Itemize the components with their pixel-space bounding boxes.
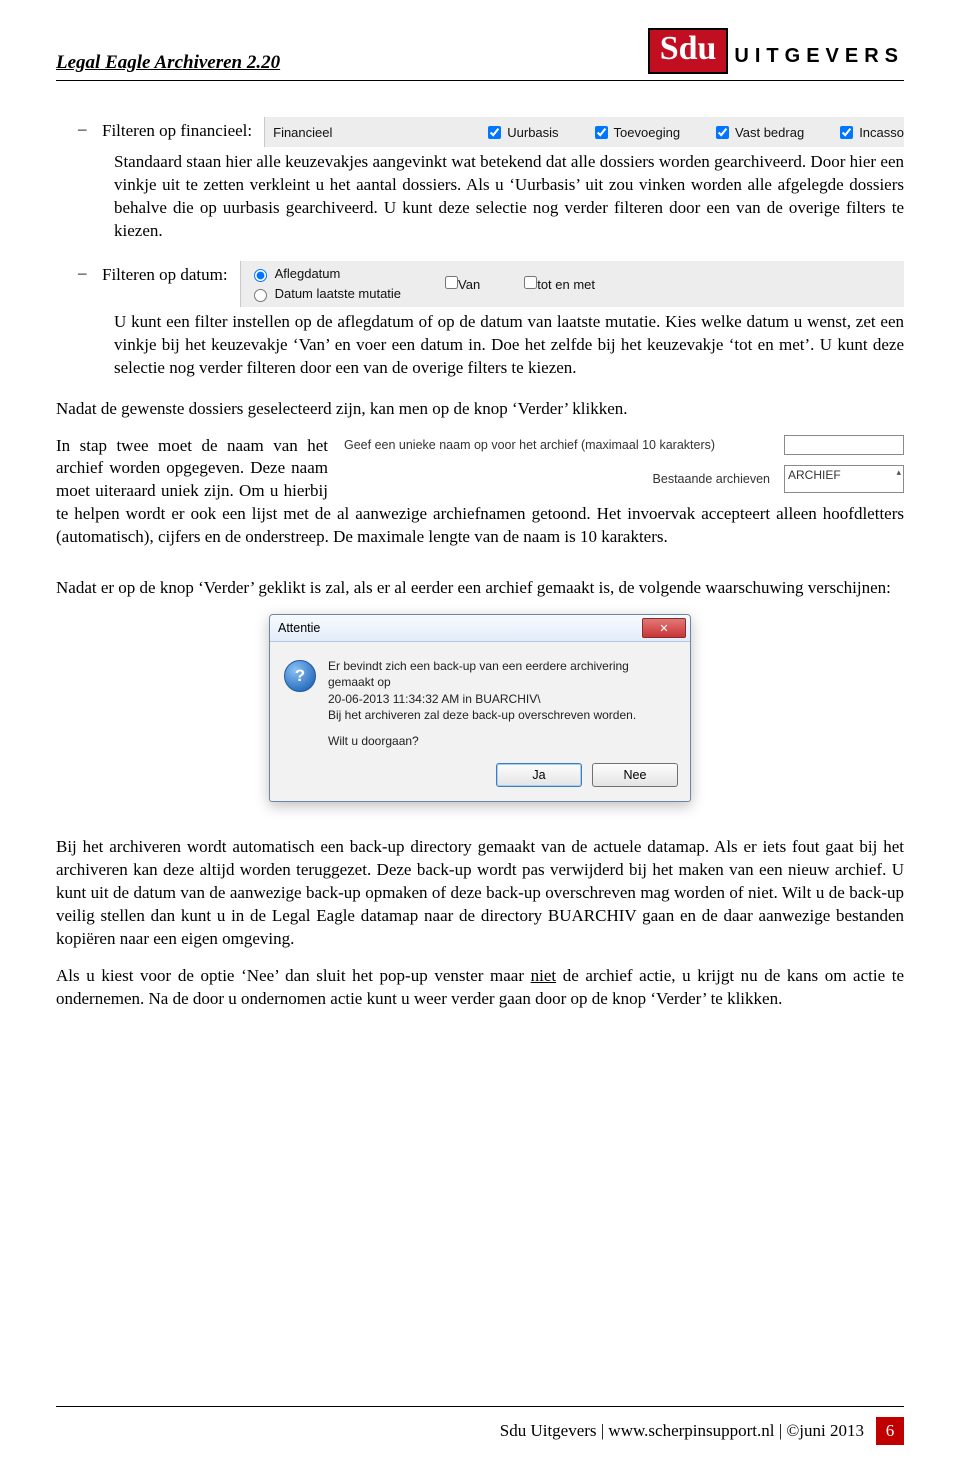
publisher-logo: Sdu UITGEVERS bbox=[648, 28, 904, 74]
bullet-dash: – bbox=[78, 263, 90, 283]
page-footer: Sdu Uitgevers | www.scherpinsupport.nl |… bbox=[56, 1406, 904, 1445]
dialog-title: Attentie bbox=[278, 621, 320, 635]
checkbox-toevoeging-label: Toevoeging bbox=[614, 125, 681, 140]
checkbox-incasso-label: Incasso bbox=[859, 125, 904, 140]
question-icon bbox=[284, 660, 316, 692]
dialog-no-button[interactable]: Nee bbox=[592, 763, 678, 787]
dialog-line1: Er bevindt zich een back-up van een eerd… bbox=[328, 658, 672, 690]
bullet-dash: – bbox=[78, 119, 90, 139]
footer-text: Sdu Uitgevers | www.scherpinsupport.nl |… bbox=[500, 1421, 864, 1441]
underlined-niet: niet bbox=[531, 966, 557, 985]
archive-name-prompt: Geef een unieke naam op voor het archief… bbox=[344, 438, 715, 452]
attentie-dialog: Attentie ✕ Er bevindt zich een back-up v… bbox=[269, 614, 691, 802]
checkbox-tot-en-met[interactable] bbox=[524, 276, 537, 289]
header-divider bbox=[56, 80, 904, 81]
paragraph-verder: Nadat de gewenste dossiers geselecteerd … bbox=[56, 398, 904, 421]
checkbox-van[interactable] bbox=[445, 276, 458, 289]
radio-datum-laatste-mutatie[interactable] bbox=[254, 289, 267, 302]
datum-body-text: U kunt een filter instellen op de aflegd… bbox=[114, 311, 904, 380]
checkbox-toevoeging[interactable] bbox=[595, 126, 608, 139]
dialog-line2: 20-06-2013 11:34:32 AM in BUARCHIV\ bbox=[328, 691, 672, 707]
financieel-field-label: Financieel bbox=[273, 125, 332, 140]
checkbox-incasso[interactable] bbox=[840, 126, 853, 139]
archive-name-figure: Geef een unieke naam op voor het archief… bbox=[344, 435, 904, 503]
logo-brand: Sdu bbox=[648, 28, 729, 74]
financieel-filter-strip: Financieel Uurbasis Toevoeging Vast bedr… bbox=[264, 117, 904, 147]
dialog-yes-button[interactable]: Ja bbox=[496, 763, 582, 787]
dialog-message: Er bevindt zich een back-up van een eerd… bbox=[328, 658, 672, 749]
checkbox-tot-en-met-label: tot en met bbox=[537, 277, 595, 292]
dialog-close-button[interactable]: ✕ bbox=[642, 618, 686, 638]
logo-suffix: UITGEVERS bbox=[734, 45, 904, 68]
checkbox-uurbasis-label: Uurbasis bbox=[507, 125, 558, 140]
checkbox-vastbedrag[interactable] bbox=[716, 126, 729, 139]
existing-archives-listbox[interactable]: ARCHIEF bbox=[784, 465, 904, 493]
existing-archives-label: Bestaande archieven bbox=[344, 472, 784, 486]
filter-datum-label: Filteren op datum: bbox=[102, 265, 228, 285]
datum-filter-strip: Aflegdatum Datum laatste mutatie Van tot… bbox=[240, 261, 904, 307]
backup-paragraph: Bij het archiveren wordt automatisch een… bbox=[56, 836, 904, 951]
checkbox-vastbedrag-label: Vast bedrag bbox=[735, 125, 804, 140]
document-title: Legal Eagle Archiveren 2.20 bbox=[56, 52, 280, 74]
warning-intro-text: Nadat er op de knop ‘Verder’ geklikt is … bbox=[56, 577, 904, 600]
page-number-badge: 6 bbox=[876, 1417, 904, 1445]
dialog-line4: Wilt u doorgaan? bbox=[328, 733, 672, 749]
nee-paragraph: Als u kiest voor de optie ‘Nee’ dan slui… bbox=[56, 965, 904, 1011]
radio-datum-laatste-mutatie-label: Datum laatste mutatie bbox=[275, 286, 401, 301]
dialog-line3: Bij het archiveren zal deze back-up over… bbox=[328, 707, 672, 723]
archive-name-input[interactable] bbox=[784, 435, 904, 455]
checkbox-van-label: Van bbox=[458, 277, 480, 292]
radio-aflegdatum[interactable] bbox=[254, 269, 267, 282]
financieel-body-text: Standaard staan hier alle keuzevakjes aa… bbox=[114, 151, 904, 243]
radio-aflegdatum-label: Aflegdatum bbox=[275, 266, 341, 281]
filter-financieel-label: Filteren op financieel: bbox=[102, 121, 252, 141]
footer-divider bbox=[56, 1406, 904, 1407]
checkbox-uurbasis[interactable] bbox=[488, 126, 501, 139]
